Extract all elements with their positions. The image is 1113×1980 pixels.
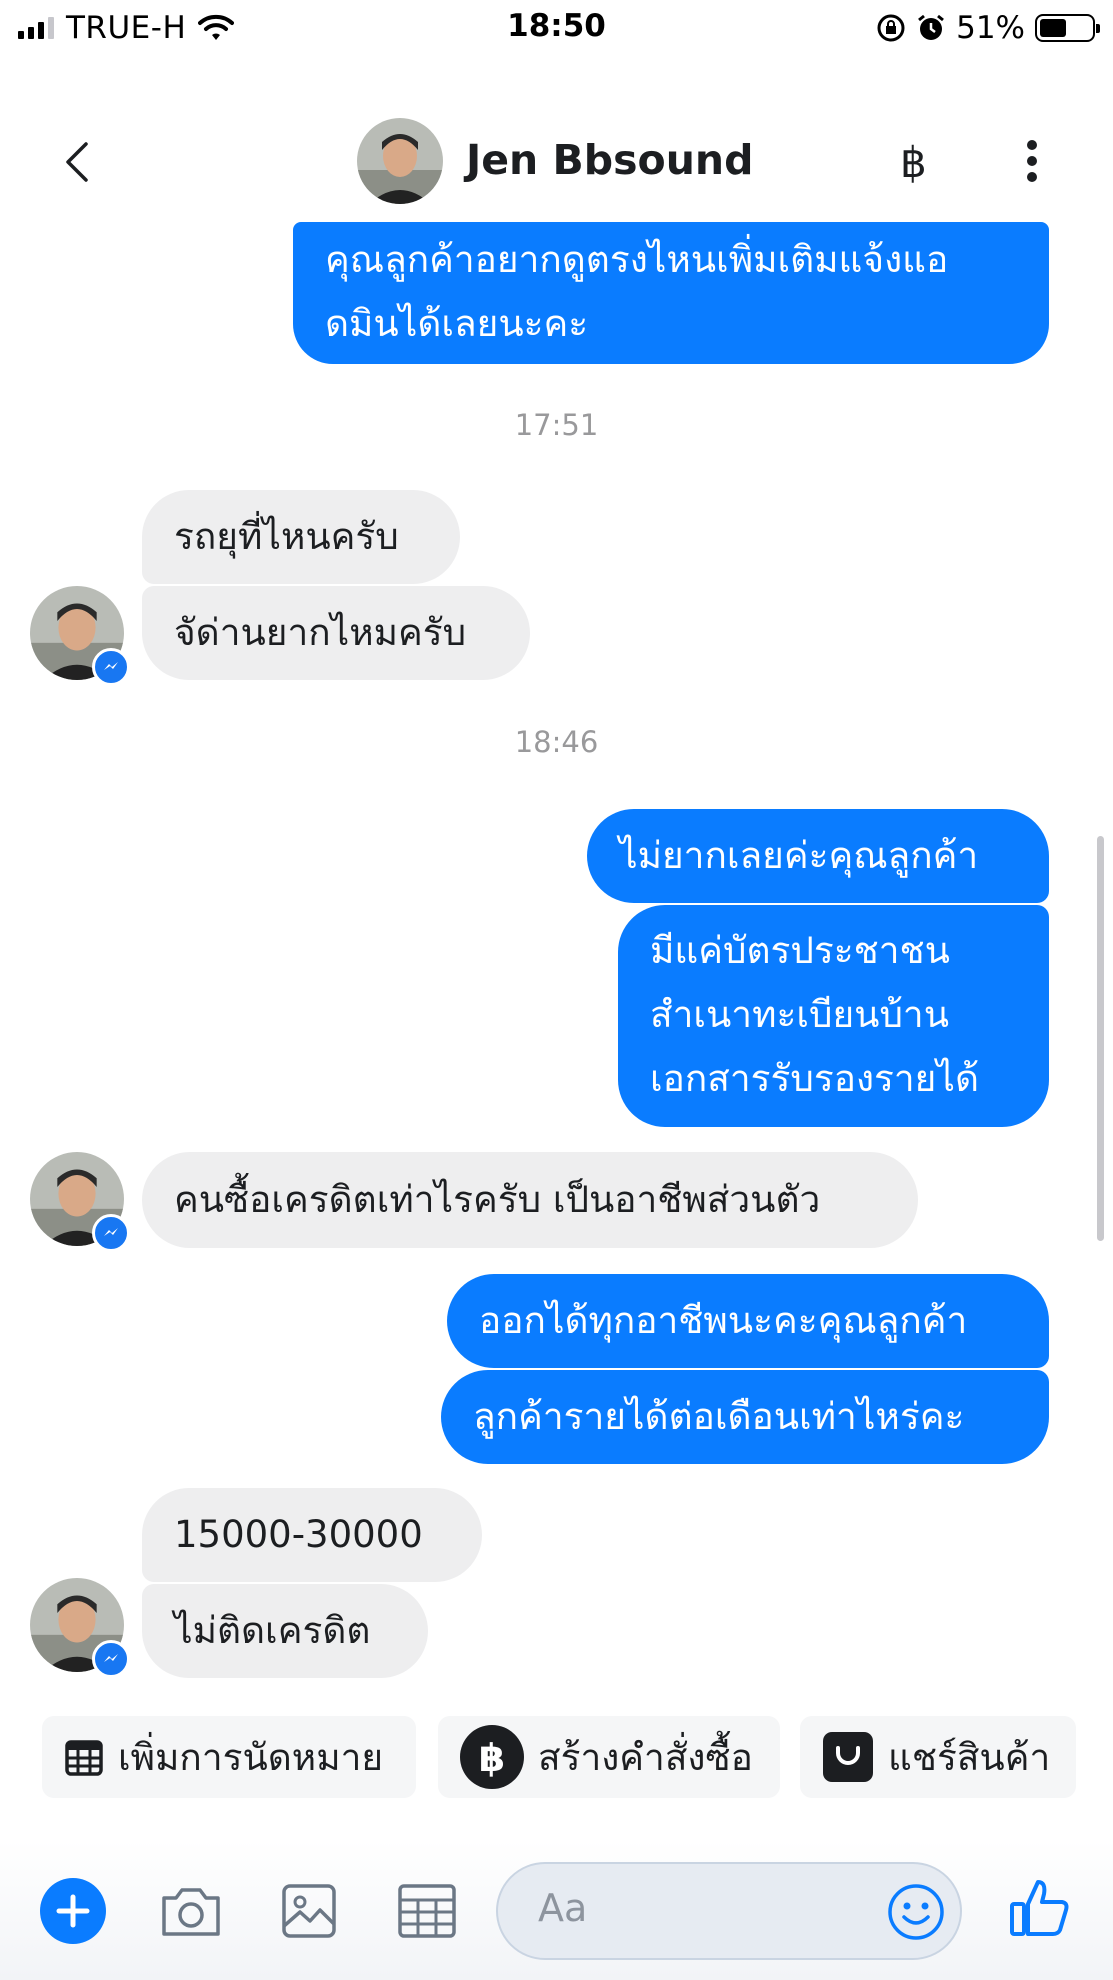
- sender-avatar[interactable]: [30, 1578, 130, 1678]
- messenger-badge-icon: [92, 1214, 130, 1252]
- emoji-icon[interactable]: [886, 1882, 946, 1942]
- avatar[interactable]: [357, 118, 443, 204]
- svg-text:฿: ฿: [479, 1736, 505, 1780]
- battery-icon: [1035, 14, 1100, 42]
- chat-header: Jen Bbsound ฿: [0, 100, 1113, 220]
- status-bar: TRUE-H 18:50 51%: [0, 0, 1113, 56]
- shopping-bag-icon: [823, 1732, 873, 1782]
- plus-icon[interactable]: [40, 1878, 106, 1944]
- lock-rotation-icon: [877, 14, 905, 42]
- outgoing-message[interactable]: ออกได้ทุกอาชีพนะคะคุณลูกค้า: [447, 1274, 1049, 1368]
- share-product-label: แชร์สินค้า: [888, 1735, 1051, 1779]
- message-timestamp: 17:51: [514, 408, 599, 442]
- incoming-message[interactable]: จัด่านยากไหมครับ: [142, 586, 530, 680]
- sender-avatar[interactable]: [30, 586, 130, 686]
- back-icon[interactable]: [60, 140, 100, 184]
- more-icon[interactable]: [1020, 136, 1044, 186]
- outgoing-message[interactable]: คุณลูกค้าอยากดูตรงไหนเพิ่มเติมแจ้งแอ ดมิ…: [293, 222, 1049, 364]
- incoming-message[interactable]: 15000-30000: [142, 1488, 482, 1582]
- contact-name[interactable]: Jen Bbsound: [466, 136, 753, 184]
- messenger-badge-icon: [92, 648, 130, 686]
- add-appointment-label: เพิ่มการนัดหมาย: [118, 1735, 384, 1779]
- alarm-icon: [918, 14, 945, 40]
- incoming-message[interactable]: รถยุที่ไหนครับ: [142, 490, 460, 584]
- message-input-placeholder: Aa: [538, 1886, 588, 1930]
- message-timestamp: 18:46: [514, 725, 599, 759]
- incoming-message[interactable]: คนซื้อเครดิตเท่าไรครับ เป็นอาชีพส่วนตัว: [142, 1152, 918, 1248]
- incoming-message[interactable]: ไม่ติดเครดิต: [142, 1584, 428, 1678]
- outgoing-message[interactable]: มีแค่บัตรประชาชน สำเนาทะเบียนบ้าน เอกสาร…: [618, 905, 1049, 1127]
- outgoing-message[interactable]: ลูกค้ารายได้ต่อเดือนเท่าไหร่คะ: [441, 1370, 1049, 1464]
- create-order-button[interactable]: ฿ สร้างคำสั่งซื้อ: [438, 1716, 780, 1798]
- outgoing-message[interactable]: ไม่ยากเลยค่ะคุณลูกค้า: [587, 809, 1049, 903]
- image-icon[interactable]: [276, 1878, 342, 1944]
- messenger-badge-icon: [92, 1640, 130, 1678]
- baht-icon: ฿: [460, 1725, 524, 1789]
- calendar-icon: [65, 1740, 103, 1776]
- template-icon[interactable]: [394, 1878, 460, 1944]
- scrollbar[interactable]: [1097, 836, 1104, 1241]
- camera-icon[interactable]: [158, 1878, 224, 1944]
- like-icon[interactable]: [1008, 1876, 1070, 1938]
- add-appointment-button[interactable]: เพิ่มการนัดหมาย: [42, 1716, 416, 1798]
- share-product-button[interactable]: แชร์สินค้า: [800, 1716, 1076, 1798]
- sender-avatar[interactable]: [30, 1152, 130, 1252]
- baht-icon[interactable]: ฿: [900, 138, 927, 187]
- create-order-label: สร้างคำสั่งซื้อ: [538, 1735, 753, 1779]
- battery-percent: 51%: [956, 10, 1025, 46]
